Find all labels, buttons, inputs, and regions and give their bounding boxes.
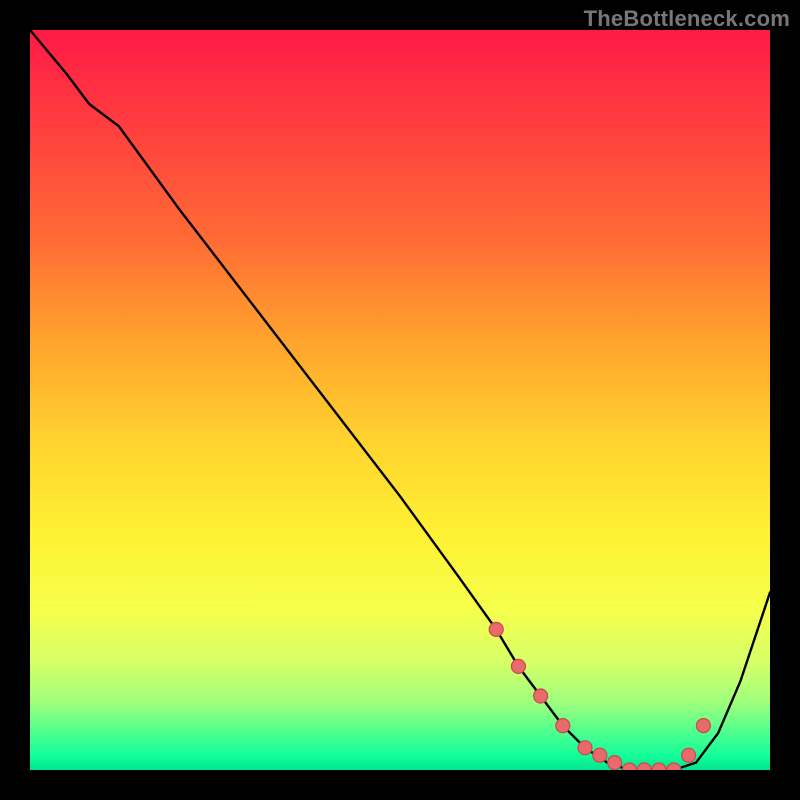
curve-marker — [637, 763, 651, 770]
chart-svg — [30, 30, 770, 770]
curve-marker — [578, 741, 592, 755]
chart-plot-area — [30, 30, 770, 770]
curve-marker — [667, 763, 681, 770]
curve-marker — [593, 748, 607, 762]
bottleneck-curve-line — [30, 30, 770, 770]
curve-marker — [652, 763, 666, 770]
curve-marker — [489, 622, 503, 636]
curve-marker — [556, 719, 570, 733]
curve-marker — [511, 659, 525, 673]
curve-marker — [608, 756, 622, 770]
curve-marker — [534, 689, 548, 703]
curve-marker — [682, 748, 696, 762]
bottleneck-curve-markers — [489, 622, 710, 770]
curve-marker — [696, 719, 710, 733]
chart-frame: TheBottleneck.com — [0, 0, 800, 800]
watermark-text: TheBottleneck.com — [584, 6, 790, 32]
curve-marker — [622, 763, 636, 770]
